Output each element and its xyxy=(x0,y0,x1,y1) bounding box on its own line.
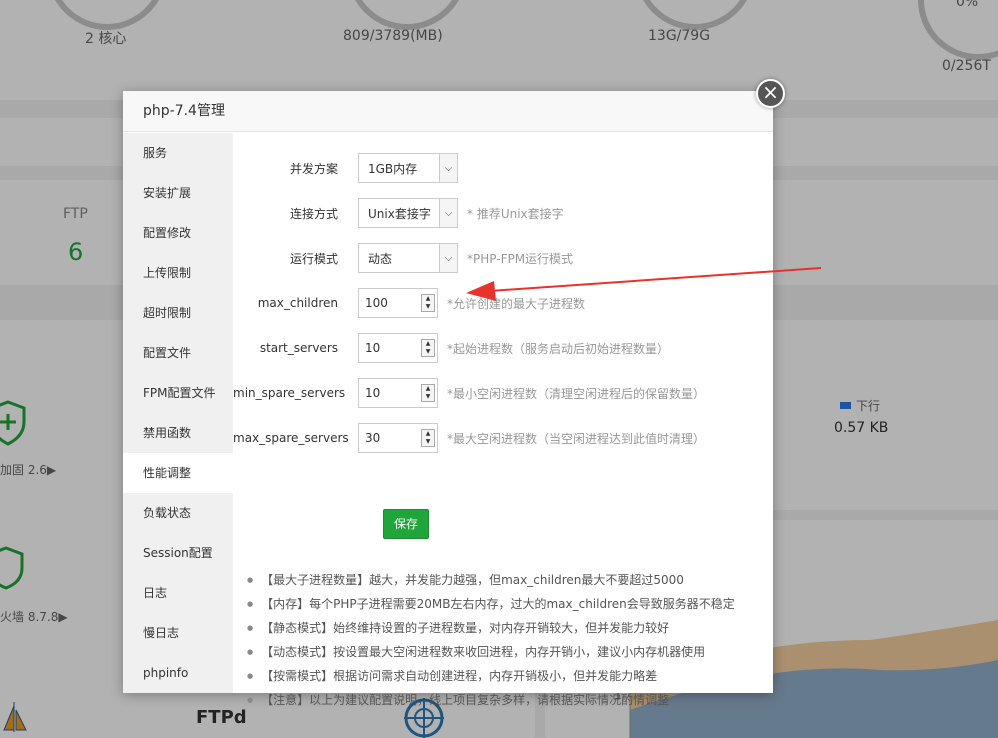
connection-select[interactable]: Unix套接字 ⌵ xyxy=(358,198,458,228)
modal-title: php-7.4管理 xyxy=(123,91,773,132)
mode-select[interactable]: 动态 ⌵ xyxy=(358,243,458,273)
nav-fpm-config-file[interactable]: FPM配置文件 xyxy=(123,373,233,413)
mode-hint: *PHP-FPM运行模式 xyxy=(467,251,574,266)
concurrency-row: 并发方案 1GB内存 ⌵ xyxy=(233,152,458,184)
nav-config-edit[interactable]: 配置修改 xyxy=(123,213,233,253)
connection-hint: * 推荐Unix套接字 xyxy=(467,206,564,221)
nav-slow-log[interactable]: 慢日志 xyxy=(123,613,233,653)
start-servers-input[interactable]: 10 ▲ ▼ xyxy=(358,333,438,363)
nav-phpinfo[interactable]: phpinfo xyxy=(123,653,233,693)
save-button[interactable]: 保存 xyxy=(383,509,429,539)
nav-service[interactable]: 服务 xyxy=(123,133,233,173)
modal-sidebar: 服务 安装扩展 配置修改 上传限制 超时限制 配置文件 FPM配置文件 禁用函数… xyxy=(123,133,233,693)
list-item: 【静态模式】始终维持设置的子进程数量，对内存开销较大，但并发能力较好 xyxy=(247,616,735,640)
list-item: 【内存】每个PHP子进程需要20MB左右内存，过大的max_children会导… xyxy=(247,592,735,616)
min-spare-servers-value: 10 xyxy=(365,386,381,400)
nav-install-extension[interactable]: 安装扩展 xyxy=(123,173,233,213)
max-children-value: 100 xyxy=(365,296,388,310)
concurrency-value: 1GB内存 xyxy=(368,161,418,176)
mode-label: 运行模式 xyxy=(289,251,338,266)
concurrency-select[interactable]: 1GB内存 ⌵ xyxy=(358,153,458,183)
start-servers-row: start_servers 10 ▲ ▼ *起始进程数（服务启动后初始进程数量） xyxy=(233,332,669,364)
close-icon[interactable]: × xyxy=(756,79,785,108)
nav-log[interactable]: 日志 xyxy=(123,573,233,613)
min-spare-servers-label: min_spare_servers xyxy=(233,386,346,400)
chevron-down-icon: ⌵ xyxy=(439,199,457,227)
min-spare-servers-input[interactable]: 10 ▲ ▼ xyxy=(358,378,438,408)
nav-session-config[interactable]: Session配置 xyxy=(123,533,233,573)
performance-tuning-panel: 并发方案 1GB内存 ⌵ 连接方式 Unix套接字 ⌵ * 推荐Unix套接字 … xyxy=(233,133,773,707)
tuning-notes-list: 【最大子进程数量】越大，并发能力越强，但max_children最大不要超过50… xyxy=(247,568,735,712)
connection-label: 连接方式 xyxy=(289,206,338,221)
max-children-hint: *允许创建的最大子进程数 xyxy=(447,296,586,311)
max-spare-servers-hint: *最大空闲进程数（当空闲进程达到此值时清理） xyxy=(447,431,706,446)
mode-value: 动态 xyxy=(368,251,393,266)
start-servers-value: 10 xyxy=(365,341,381,355)
list-item: 【注意】以上为建议配置说明，线上项目复杂多样，请根据实际情况酌情调整 xyxy=(247,688,735,712)
nav-performance-tuning[interactable]: 性能调整 xyxy=(123,453,233,493)
number-spinner[interactable]: ▲ ▼ xyxy=(421,384,435,402)
list-item: 【动态模式】按设置最大空闲进程数来收回进程，内存开销小，建议小内存机器使用 xyxy=(247,640,735,664)
concurrency-label: 并发方案 xyxy=(289,161,338,176)
chevron-down-icon: ⌵ xyxy=(439,154,457,182)
number-spinner[interactable]: ▲ ▼ xyxy=(421,294,435,312)
number-spinner[interactable]: ▲ ▼ xyxy=(421,429,435,447)
max-children-input[interactable]: 100 ▲ ▼ xyxy=(358,288,438,318)
min-spare-servers-row: min_spare_servers 10 ▲ ▼ *最小空闲进程数（清理空闲进程后… xyxy=(233,377,705,409)
nav-disabled-functions[interactable]: 禁用函数 xyxy=(123,413,233,453)
min-spare-servers-hint: *最小空闲进程数（清理空闲进程后的保留数量） xyxy=(447,386,706,401)
start-servers-label: start_servers xyxy=(259,341,338,355)
max-spare-servers-label: max_spare_servers xyxy=(233,431,349,445)
max-spare-servers-value: 30 xyxy=(365,431,381,445)
number-spinner[interactable]: ▲ ▼ xyxy=(421,339,435,357)
max-children-label: max_children xyxy=(257,296,338,310)
mode-row: 运行模式 动态 ⌵ *PHP-FPM运行模式 xyxy=(233,242,573,274)
php-manager-modal: php-7.4管理 服务 安装扩展 配置修改 上传限制 超时限制 配置文件 FP… xyxy=(123,91,773,707)
connection-row: 连接方式 Unix套接字 ⌵ * 推荐Unix套接字 xyxy=(233,197,564,229)
chevron-down-icon: ⌵ xyxy=(439,244,457,272)
nav-timeout-limit[interactable]: 超时限制 xyxy=(123,293,233,333)
nav-upload-limit[interactable]: 上传限制 xyxy=(123,253,233,293)
connection-value: Unix套接字 xyxy=(368,206,431,221)
start-servers-hint: *起始进程数（服务启动后初始进程数量） xyxy=(447,341,670,356)
list-item: 【按需模式】根据访问需求自动创建进程，内存开销极小，但并发能力略差 xyxy=(247,664,735,688)
max-children-row: max_children 100 ▲ ▼ *允许创建的最大子进程数 xyxy=(233,287,585,319)
nav-config-file[interactable]: 配置文件 xyxy=(123,333,233,373)
max-spare-servers-input[interactable]: 30 ▲ ▼ xyxy=(358,423,438,453)
max-spare-servers-row: max_spare_servers 30 ▲ ▼ *最大空闲进程数（当空闲进程达到… xyxy=(233,422,705,454)
list-item: 【最大子进程数量】越大，并发能力越强，但max_children最大不要超过50… xyxy=(247,568,735,592)
nav-load-status[interactable]: 负载状态 xyxy=(123,493,233,533)
